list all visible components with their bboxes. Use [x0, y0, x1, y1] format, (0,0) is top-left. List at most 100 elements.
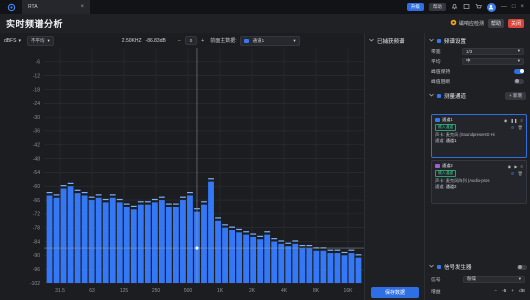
close-window-button[interactable]: × — [520, 4, 524, 10]
spectrum-bar — [109, 197, 116, 283]
avatar[interactable] — [486, 2, 496, 12]
channel-card-1[interactable]: 通道1 ◉ ❚❚ ≡ 输入通道 ⚙ 🗑 声卡: 麦克风 (SoundpreseH… — [431, 114, 527, 158]
bandwidth-value: 1/3 — [466, 48, 473, 54]
chevron-down-icon: ▾ — [47, 37, 50, 43]
page-header: 实时频谱分析 磁响应检测 帮助 关闭 — [0, 14, 530, 33]
spectrum-bar — [201, 204, 207, 283]
signal-check-icon — [450, 19, 457, 28]
gain-minus-button[interactable]: − — [494, 289, 497, 294]
spectrum-bar — [74, 193, 81, 283]
spectrum-settings-header[interactable]: 频谱设置 — [425, 36, 530, 46]
channels-icon — [437, 94, 441, 98]
spectrum-bar — [341, 255, 348, 283]
spectrum-bar — [271, 241, 278, 283]
title-bar: RTA × 升级 帮助 — □ × — [0, 0, 530, 14]
spectrum-bar — [236, 232, 243, 283]
peak-hold-label: 峰值保持 — [431, 69, 451, 75]
spectrum-chart[interactable]: -6 -12 -18 -24 -30 -36 -42 -48 -54 -60 -66 -72 -78 -8… — [0, 48, 364, 300]
header-close-button[interactable]: 关闭 — [507, 19, 524, 28]
collapse-icon[interactable] — [429, 264, 434, 271]
peak-marker — [222, 224, 228, 226]
signal-check-toggle[interactable]: 磁响应检测 — [450, 19, 484, 28]
filter-icon[interactable]: ≡ — [521, 164, 523, 169]
help-button[interactable]: 帮助 — [428, 3, 446, 11]
settings-gear-icon[interactable]: ⚙ — [511, 171, 515, 177]
average-select[interactable]: 不平均 ▾ — [27, 35, 54, 46]
stepper-minus-button[interactable]: − — [178, 38, 181, 44]
signal-generator-toggle[interactable] — [517, 264, 527, 270]
minimize-button[interactable]: — — [501, 4, 507, 10]
offset-stepper[interactable]: − 0 + — [178, 36, 204, 45]
chevron-down-icon: ▾ — [517, 48, 520, 53]
x-tick-label: 8K — [313, 288, 320, 294]
stepper-plus-button[interactable]: + — [201, 38, 204, 44]
channel-1-color-swatch — [435, 118, 440, 122]
play-icon[interactable]: ▶ — [514, 164, 517, 169]
average-mode-select[interactable]: 中 ▾ — [462, 57, 524, 65]
spectrum-bar — [222, 227, 228, 283]
spectrum-chart-svg[interactable]: -6 -12 -18 -24 -30 -36 -42 -48 -54 -60 -66 -72 -78 -8… — [0, 48, 364, 300]
average-label: 平均 — [431, 59, 441, 65]
peak-marker — [271, 238, 278, 240]
peak-hold-toggle[interactable] — [514, 68, 524, 74]
peak-marker — [292, 240, 299, 242]
signal-type-label: 信号 — [431, 277, 441, 283]
save-data-button[interactable]: 保存数据 — [371, 287, 419, 298]
delete-icon[interactable]: 🗑 — [518, 171, 523, 177]
header-help-button[interactable]: 帮助 — [487, 19, 504, 28]
x-tick-label: 250 — [152, 288, 161, 294]
add-channel-button[interactable]: + 新增 — [505, 92, 526, 100]
spectrum-bar — [299, 248, 306, 283]
cart-icon[interactable] — [475, 3, 482, 12]
spectrum-bar — [95, 197, 102, 283]
gain-label: 增益 — [431, 289, 441, 295]
filter-icon[interactable]: ≡ — [521, 118, 523, 123]
collapse-icon[interactable] — [429, 93, 434, 100]
peak-marker — [355, 254, 362, 256]
eye-icon[interactable]: ◉ — [508, 164, 512, 169]
peak-marker — [130, 205, 137, 208]
signal-type-select[interactable]: 粉噪 ▾ — [463, 275, 525, 283]
y-tick-label: -54 — [33, 170, 40, 176]
tab-close-icon[interactable]: × — [80, 4, 84, 10]
unit-select[interactable]: dBFS ▾ — [4, 38, 21, 44]
spectrum-bar — [348, 253, 355, 283]
collapse-icon[interactable] — [369, 38, 374, 45]
cursor-readout: 2.50KHZ -86.83dB — [122, 38, 166, 44]
upgrade-button[interactable]: 升级 — [406, 3, 424, 11]
gain-value[interactable]: -5 — [502, 289, 506, 294]
peak-marker — [201, 201, 207, 203]
stepper-value[interactable]: 0 — [184, 36, 198, 45]
gain-plus-button[interactable]: + — [511, 289, 514, 294]
eye-icon[interactable]: ◉ — [504, 118, 508, 123]
spectrum-bar — [292, 243, 299, 283]
channel-select[interactable]: 通道1 ▾ — [239, 35, 300, 46]
chart-toolbar: dBFS ▾ 不平均 ▾ 2.50KHZ -86.83dB − 0 + 前面主数… — [0, 33, 364, 48]
peak-marker — [341, 251, 348, 254]
spectrum-bar — [278, 243, 285, 283]
pause-icon[interactable]: ❚❚ — [511, 118, 518, 123]
device-label: 声卡: — [435, 178, 445, 183]
channel-value: 通道2 — [445, 184, 457, 189]
collapse-icon — [429, 38, 434, 45]
peak-block-row: 峰值阻断 — [425, 76, 530, 86]
gain-row: 增益 − -5 + dB — [425, 286, 530, 296]
settings-gear-icon[interactable]: ⚙ — [511, 125, 515, 131]
channel-card-2[interactable]: 通道2 ◉ ▶ ≡ 输入通道 ⚙ 🗑 声卡: 麦克风阵列 (Audio-pros — [431, 160, 527, 204]
delete-icon[interactable]: 🗑 — [518, 125, 523, 131]
readout-level: -86.83dB — [145, 37, 166, 44]
tab-rta[interactable]: RTA × — [22, 0, 90, 14]
peak-marker — [165, 203, 172, 205]
peak-marker — [215, 217, 221, 219]
y-tick-label: -72 — [33, 212, 40, 218]
average-select-value: 不平均 — [31, 37, 45, 43]
window-icon[interactable] — [463, 3, 470, 12]
peak-marker — [264, 231, 271, 233]
spectrum-bar — [327, 253, 334, 283]
peak-block-toggle[interactable] — [514, 78, 524, 84]
spectrum-bar — [180, 200, 186, 283]
channel-2-color-swatch — [435, 164, 440, 168]
bell-icon[interactable] — [451, 3, 458, 12]
maximize-button[interactable]: □ — [512, 4, 516, 10]
bandwidth-select[interactable]: 1/3 ▾ — [462, 47, 524, 55]
